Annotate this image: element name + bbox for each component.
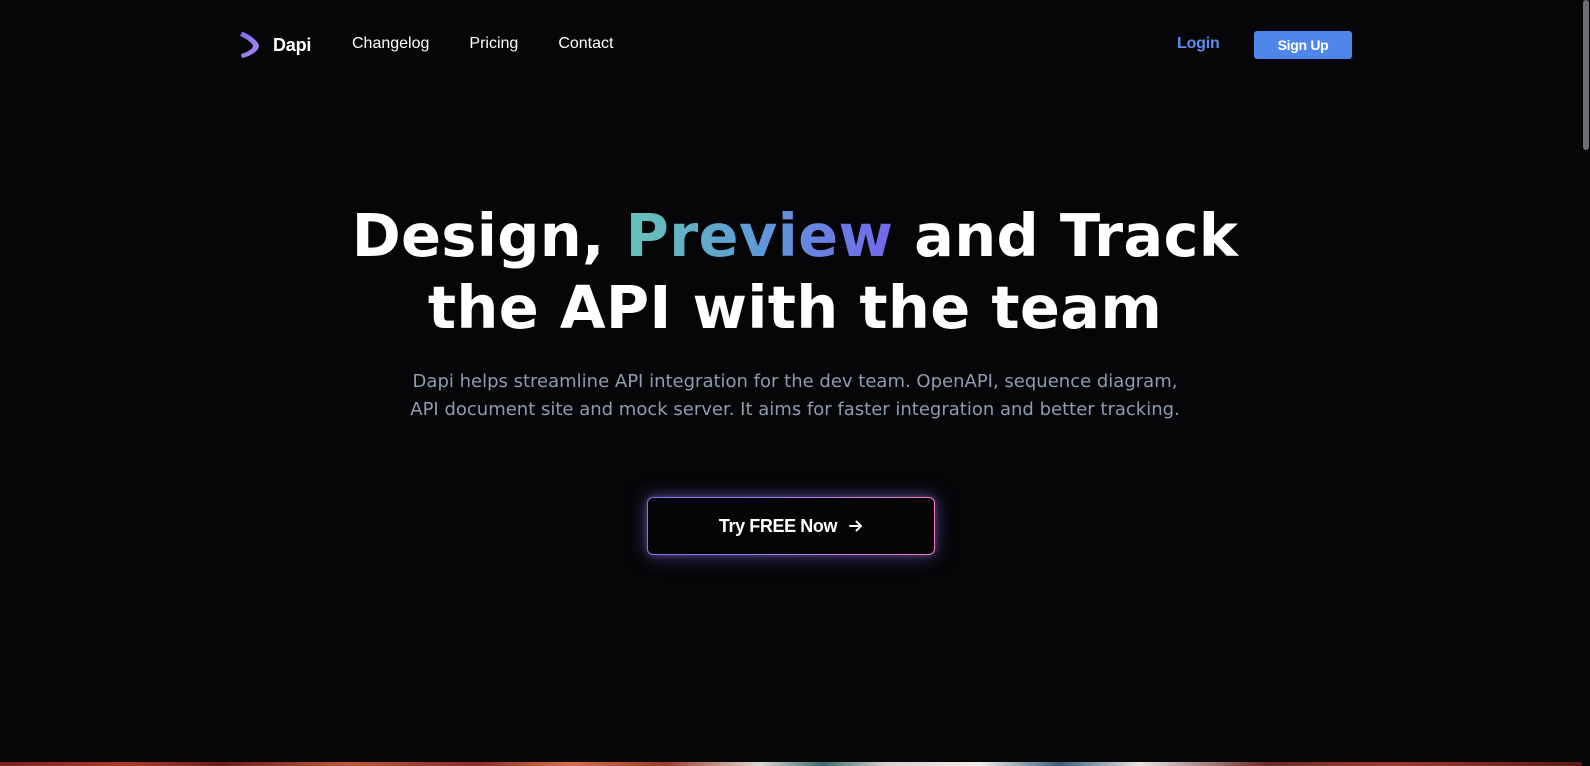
hero-title-part-2: and Track xyxy=(893,201,1239,270)
nav-link-pricing[interactable]: Pricing xyxy=(469,34,518,54)
hero-subtitle: Dapi helps streamline API integration fo… xyxy=(395,368,1195,424)
scrollbar-thumb[interactable] xyxy=(1583,0,1589,150)
page-scrollbar[interactable] xyxy=(1582,0,1590,766)
brand-home-link[interactable]: Dapi xyxy=(237,28,311,62)
dapi-logo-icon xyxy=(240,32,259,58)
hero-section: Design, Preview and Track the API with t… xyxy=(0,200,1590,424)
try-free-now-button[interactable]: Try FREE Now xyxy=(647,497,935,555)
brand-name: Dapi xyxy=(273,34,312,55)
hero-title-line-2: the API with the team xyxy=(427,273,1163,342)
hero-subtitle-line-1: Dapi helps streamline API integration fo… xyxy=(412,371,1178,392)
signup-button[interactable]: Sign Up xyxy=(1254,31,1352,59)
next-section-preview xyxy=(0,762,1582,766)
hero-title-highlight: Preview xyxy=(625,201,894,270)
landing-page: Dapi Changelog Pricing Contact Login Sig… xyxy=(0,0,1590,766)
primary-nav: Changelog Pricing Contact xyxy=(352,34,653,54)
hero-title-line-1: Design, Preview and Track xyxy=(0,200,1590,272)
hero-title-part-1: Design, xyxy=(351,201,626,270)
hero-subtitle-line-2: API document site and mock server. It ai… xyxy=(410,399,1180,420)
top-navbar: Dapi Changelog Pricing Contact Login Sig… xyxy=(0,0,1590,90)
cta-label: Try FREE Now xyxy=(718,515,838,536)
arrow-right-icon xyxy=(849,520,863,532)
nav-link-contact[interactable]: Contact xyxy=(558,34,613,54)
nav-link-changelog[interactable]: Changelog xyxy=(352,34,429,54)
login-link[interactable]: Login xyxy=(1177,34,1220,54)
hero-title: Design, Preview and Track the API with t… xyxy=(0,200,1590,344)
